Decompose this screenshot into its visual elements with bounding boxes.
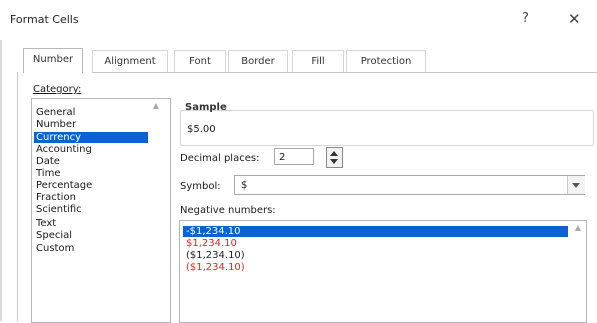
- category-item-special[interactable]: Special: [34, 230, 148, 241]
- spin-down-icon[interactable]: [330, 159, 338, 164]
- tab-number[interactable]: Number: [23, 48, 83, 73]
- scroll-up-icon[interactable]: ▲: [150, 101, 162, 113]
- scroll-up-icon[interactable]: ▲: [572, 223, 584, 235]
- help-button[interactable]: ?: [522, 11, 529, 26]
- negative-numbers-list[interactable]: -$1,234.10 $1,234.10 ($1,234.10) ($1,234…: [179, 220, 587, 323]
- negative-option-3[interactable]: ($1,234.10): [183, 250, 568, 261]
- category-item-custom[interactable]: Custom: [34, 243, 148, 254]
- category-item-time[interactable]: Time: [34, 168, 148, 179]
- category-item-accounting[interactable]: Accounting: [34, 144, 148, 155]
- tab-protection[interactable]: Protection: [346, 50, 426, 73]
- category-item-scientific[interactable]: Scientific: [34, 204, 148, 215]
- spin-up-icon[interactable]: [330, 151, 338, 156]
- sample-group: [180, 110, 594, 146]
- tab-alignment[interactable]: Alignment: [92, 50, 168, 73]
- window-edge: [0, 40, 2, 321]
- symbol-label: Symbol:: [180, 181, 221, 192]
- category-item-currency[interactable]: Currency: [34, 132, 148, 143]
- category-item-date[interactable]: Date: [34, 156, 148, 167]
- negative-option-4[interactable]: ($1,234.10): [183, 262, 568, 273]
- category-item-general[interactable]: General: [34, 107, 148, 118]
- symbol-select[interactable]: $: [234, 175, 585, 195]
- category-item-text[interactable]: Text: [34, 218, 148, 229]
- sample-label: Sample: [185, 102, 227, 113]
- negative-option-2[interactable]: $1,234.10: [183, 238, 568, 249]
- chevron-down-icon[interactable]: [567, 176, 585, 194]
- dialog-title: Format Cells: [10, 13, 79, 26]
- tab-font[interactable]: Font: [174, 50, 226, 73]
- decimal-places-label: Decimal places:: [180, 153, 260, 164]
- sample-value: $5.00: [187, 124, 216, 135]
- decimal-places-spinner[interactable]: [326, 147, 343, 168]
- category-list[interactable]: General Number Currency Accounting Date …: [31, 98, 171, 323]
- decimal-places-input[interactable]: 2: [274, 148, 314, 165]
- negative-option-1[interactable]: -$1,234.10: [183, 226, 568, 237]
- close-button[interactable]: ✕: [568, 10, 581, 28]
- tab-fill[interactable]: Fill: [292, 50, 344, 73]
- category-item-number[interactable]: Number: [34, 119, 148, 130]
- category-item-percentage[interactable]: Percentage: [34, 180, 148, 191]
- tab-border[interactable]: Border: [228, 50, 288, 73]
- category-label: Category:: [33, 84, 82, 95]
- negative-numbers-label: Negative numbers:: [180, 205, 276, 216]
- category-item-fraction[interactable]: Fraction: [34, 192, 148, 203]
- title-bar: Format Cells ? ✕: [0, 0, 597, 40]
